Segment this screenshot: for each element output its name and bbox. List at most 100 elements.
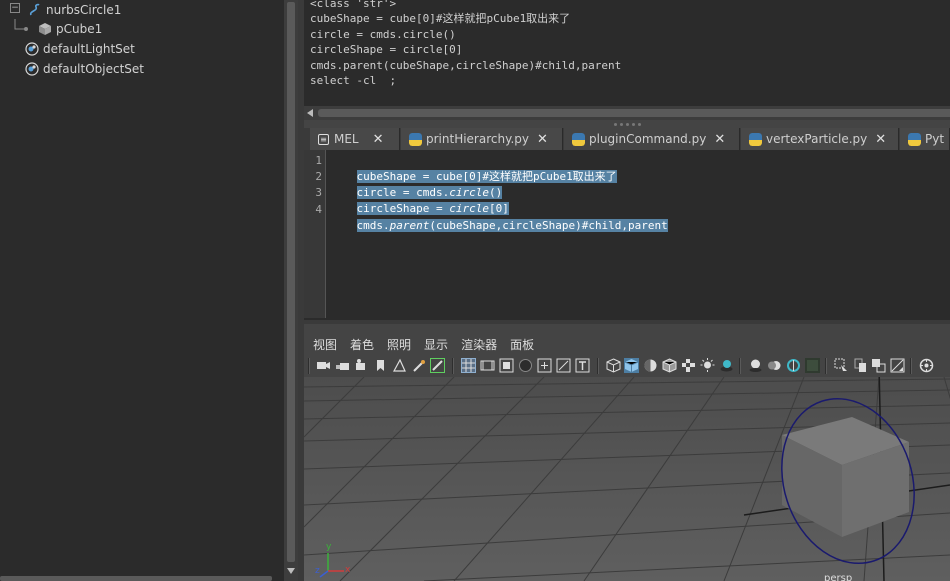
x-ray-joints-icon[interactable]: [890, 358, 905, 373]
code-line: circle = cmds.circle(): [330, 169, 503, 199]
tree-connector-icon: [14, 19, 28, 31]
tab-label: MEL: [334, 132, 359, 146]
outliner-item-nurbscircle1[interactable]: − nurbsCircle1: [0, 0, 121, 20]
viewport-3d[interactable]: y x z persp: [304, 377, 950, 581]
outliner-horizontal-scrollbar[interactable]: [0, 576, 272, 581]
scrollbar-thumb[interactable]: [318, 109, 950, 117]
code-function: parent: [389, 219, 430, 232]
safe-title-icon[interactable]: [575, 358, 590, 373]
code-text: (cubeShape,circleShape)#child,parent: [429, 219, 668, 232]
line-number-gutter: 1 2 3 4: [304, 150, 326, 318]
bookmark-icon[interactable]: [373, 358, 388, 373]
python-icon: [908, 132, 921, 146]
tab-vertexparticle[interactable]: vertexParticle.py ✕: [741, 128, 899, 150]
nurbscircle1-curve[interactable]: [304, 377, 950, 581]
isolate-select-icon[interactable]: [834, 358, 849, 373]
outliner-item-label: defaultObjectSet: [43, 62, 145, 76]
scrollbar-thumb[interactable]: [287, 2, 295, 562]
script-history-panel: <class 'str'> cubeShape = cube[0]#这样就把pC…: [304, 0, 950, 106]
toolbar-separator: [452, 358, 454, 374]
code-line: cmds.parent(cubeShape,circleShape)#child…: [330, 202, 668, 232]
python-icon: [409, 132, 422, 146]
viewport-toolbar: [304, 355, 950, 377]
tab-label: pluginCommand.py: [589, 132, 707, 146]
outliner-item-label: defaultLightSet: [43, 42, 135, 56]
menu-shading[interactable]: 着色: [350, 336, 374, 353]
scroll-down-arrow-icon[interactable]: [287, 568, 295, 574]
tab-plugincommand[interactable]: pluginCommand.py ✕: [564, 128, 740, 150]
tab-printhierarchy[interactable]: printHierarchy.py ✕: [401, 128, 563, 150]
close-icon[interactable]: ✕: [537, 132, 548, 147]
axis-z-label: z: [315, 566, 320, 576]
camera-icon[interactable]: [316, 358, 331, 373]
script-editor-input[interactable]: 1 2 3 4 cubeShape = cube[0]#这样就把pCube1取出…: [304, 150, 950, 320]
motion-blur-icon[interactable]: [767, 358, 782, 373]
tab-mel[interactable]: ≡ MEL ✕: [310, 128, 400, 150]
outliner-vertical-scrollbar[interactable]: [284, 0, 298, 581]
script-editor-tabs: ≡ MEL ✕ printHierarchy.py ✕ pluginComman…: [304, 128, 950, 150]
menu-view[interactable]: 视图: [313, 336, 337, 353]
set-icon: [25, 42, 39, 56]
wireframe-on-shaded-icon[interactable]: [662, 358, 677, 373]
x-ray-icon[interactable]: [853, 358, 868, 373]
depth-of-field-icon[interactable]: [805, 358, 820, 373]
toolbar-separator: [910, 358, 912, 374]
tab-label: vertexParticle.py: [766, 132, 868, 146]
shadows-icon[interactable]: [719, 358, 734, 373]
line-number: 1: [315, 154, 322, 167]
lock-camera-icon[interactable]: [335, 358, 350, 373]
outliner-item-pcube1[interactable]: pCube1: [0, 19, 102, 39]
menu-panels[interactable]: 面板: [510, 336, 534, 353]
textured-icon[interactable]: [681, 358, 696, 373]
field-chart-icon[interactable]: [537, 358, 552, 373]
curve-icon: [28, 3, 42, 17]
toolbar-separator: [308, 358, 310, 374]
x-ray-active-icon[interactable]: [871, 358, 886, 373]
lights-icon[interactable]: [700, 358, 715, 373]
editor-bottom-border: [304, 320, 950, 324]
python-icon: [572, 132, 585, 146]
gate-mask-icon[interactable]: [518, 358, 533, 373]
menu-show[interactable]: 显示: [424, 336, 448, 353]
camera-attributes-icon[interactable]: [354, 358, 369, 373]
scroll-left-arrow-icon[interactable]: [307, 109, 313, 117]
history-line: cubeShape = cube[0]#这样就把pCube1取出来了: [310, 12, 571, 25]
menu-lighting[interactable]: 照明: [387, 336, 411, 353]
tab-python[interactable]: Pyt: [900, 128, 950, 150]
pane-resize-handle[interactable]: [304, 120, 950, 128]
mel-icon: ≡: [318, 133, 329, 145]
film-gate-icon[interactable]: [480, 358, 495, 373]
toolbar-separator: [739, 358, 741, 374]
line-number: 3: [315, 186, 322, 199]
image-plane-icon[interactable]: [392, 358, 407, 373]
hud-icon[interactable]: [919, 358, 934, 373]
resolution-gate-icon[interactable]: [499, 358, 514, 373]
outliner-item-defaultlightset[interactable]: defaultLightSet: [0, 39, 135, 59]
menu-renderer[interactable]: 渲染器: [461, 336, 497, 353]
pencil-icon[interactable]: [430, 358, 445, 373]
wireframe-icon[interactable]: [606, 358, 621, 373]
collapse-icon[interactable]: −: [10, 3, 20, 13]
anti-aliasing-icon[interactable]: [786, 358, 801, 373]
ambient-occlusion-icon[interactable]: [748, 358, 763, 373]
history-line: circle = cmds.circle(): [310, 28, 456, 41]
outliner-item-label: pCube1: [56, 22, 103, 36]
grid-icon[interactable]: [461, 358, 476, 373]
close-icon[interactable]: ✕: [875, 132, 886, 147]
smooth-shade-icon[interactable]: [624, 358, 639, 373]
code-line: cubeShape = cube[0]#这样就把pCube1取出来了: [330, 153, 617, 183]
close-icon[interactable]: ✕: [714, 132, 725, 147]
close-icon[interactable]: ✕: [373, 132, 384, 147]
safe-action-icon[interactable]: [556, 358, 571, 373]
view-axis-indicator: [319, 553, 344, 578]
tab-label: printHierarchy.py: [426, 132, 530, 146]
viewport-menubar: 视图 着色 照明 显示 渲染器 面板: [304, 334, 950, 354]
tab-label: Pyt: [925, 132, 945, 146]
outliner-item-defaultobjectset[interactable]: defaultObjectSet: [0, 59, 144, 79]
default-material-icon[interactable]: [643, 358, 658, 373]
axis-x-label: x: [345, 565, 351, 575]
history-horizontal-scrollbar[interactable]: [304, 106, 950, 120]
toolbar-separator: [825, 358, 827, 374]
grease-pencil-icon[interactable]: [412, 358, 427, 373]
history-line: circleShape = circle[0]: [310, 43, 463, 56]
